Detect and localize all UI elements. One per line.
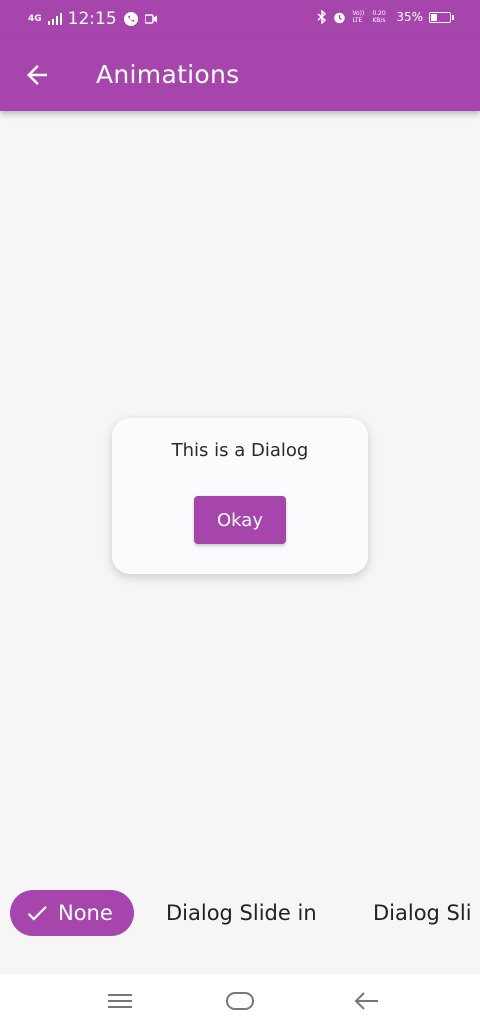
arrow-back-icon xyxy=(27,65,47,85)
dialog: This is a Dialog Okay xyxy=(112,418,368,574)
check-icon xyxy=(27,906,47,921)
page-title: Animations xyxy=(96,60,240,89)
signal-icon xyxy=(47,13,62,25)
status-bar-left: 4G 12:15 xyxy=(28,9,157,29)
chip-none-label: None xyxy=(58,901,113,925)
chip-none[interactable]: None xyxy=(10,890,134,936)
app-bar: Animations xyxy=(0,38,480,111)
recent-apps-button[interactable] xyxy=(106,988,136,1014)
network-speed: 0.20 KB/s xyxy=(372,10,386,24)
home-icon xyxy=(226,992,254,1010)
home-button[interactable] xyxy=(225,988,255,1014)
animation-chip-list: None Dialog Slide in Dialog Sli xyxy=(0,890,480,938)
video-camera-icon xyxy=(144,14,157,24)
back-button[interactable] xyxy=(22,60,52,90)
status-bar-right: Vo)) LTE 0.20 KB/s 35% xyxy=(317,10,454,24)
system-nav-bar xyxy=(0,974,480,1029)
chip-dialog-slide[interactable]: Dialog Sli xyxy=(373,890,472,936)
network-type: 4G xyxy=(28,13,42,24)
back-icon xyxy=(354,992,378,1010)
battery-icon xyxy=(429,11,454,23)
status-bar: 4G 12:15 Vo)) LTE 0.20 KB/s 35% xyxy=(0,0,480,38)
dialog-message: This is a Dialog xyxy=(171,440,309,461)
bluetooth-icon xyxy=(317,10,327,24)
whatsapp-icon xyxy=(123,12,138,26)
chip-dialog-slide-in[interactable]: Dialog Slide in xyxy=(166,890,317,936)
alarm-icon xyxy=(334,12,346,23)
battery-percent: 35% xyxy=(396,10,423,24)
volte-indicator: Vo)) LTE xyxy=(352,10,365,24)
system-back-button[interactable] xyxy=(352,988,382,1014)
menu-icon xyxy=(108,994,132,1008)
okay-button[interactable]: Okay xyxy=(194,496,286,544)
status-time: 12:15 xyxy=(67,9,117,29)
